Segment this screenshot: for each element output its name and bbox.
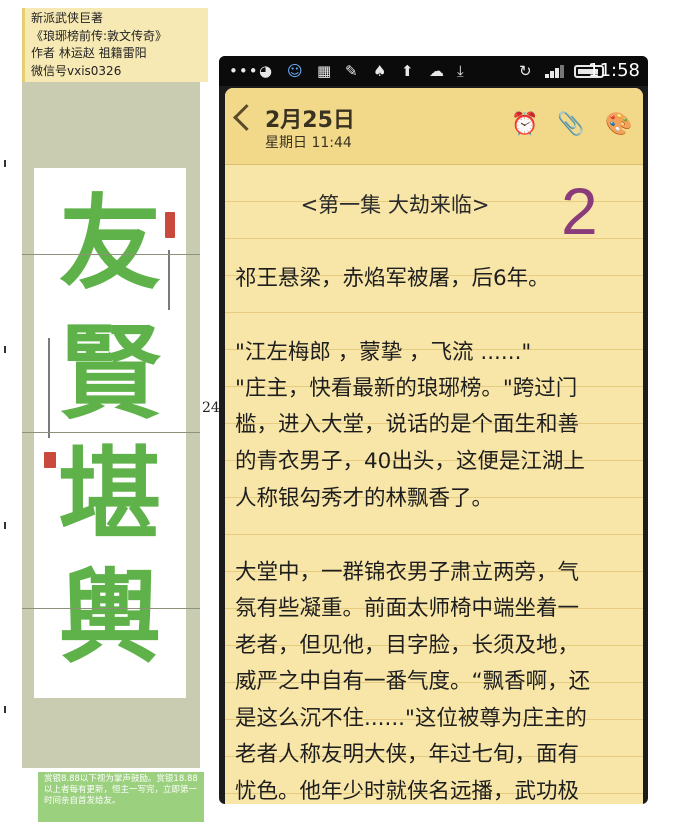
note-line: 《琅琊榜前传:敦文传奇》 xyxy=(31,28,168,43)
download-icon: ⤓ xyxy=(457,62,464,80)
note-line: 微信号vxis0326 xyxy=(31,63,122,78)
text-line: 忧色。他年少时就侠名远播，武功极 xyxy=(235,779,580,804)
signal-icon xyxy=(555,68,559,78)
location-icon: ♠ xyxy=(373,62,387,80)
inscription-stroke xyxy=(168,250,170,310)
palette-icon[interactable]: 🎨 xyxy=(605,112,632,137)
header-note: 新派武侠巨著 《琅琊榜前传:敦文传奇》 作者 林运赵 祖籍雷阳 微信号vxis0… xyxy=(22,8,208,82)
text-line: 威严之中自有一番气度。“飘香啊，还 xyxy=(235,669,591,694)
cloud-icon: ☁ xyxy=(429,62,444,80)
inscription-stroke xyxy=(48,338,50,438)
scroll-fold-line xyxy=(22,432,200,433)
note-line: 作者 林运赵 祖籍雷阳 xyxy=(31,46,147,60)
phone-screenshot: ••• ◕ ☺ ▦ ✎ ♠ ⬆ ☁ ⤓ ↻ 11:58 2月25日 星期日 11… xyxy=(219,56,648,804)
seal-stamp xyxy=(165,212,175,238)
sync-icon: ↻ xyxy=(519,62,532,80)
calligraphy-char: 堪 xyxy=(59,436,161,556)
calligraphy-scroll: 友 賢 堪 輿 xyxy=(22,82,200,768)
note-body[interactable]: <第一集 大劫来临> 2 祁王悬梁，赤焰军被屠，后6年。 "江左梅郎 ，蒙挚 ，… xyxy=(225,165,643,804)
scroll-fold-line xyxy=(22,608,200,609)
text-line: 槛，进入大堂，说话的是个面生和善 xyxy=(235,412,580,437)
note-line: 新派武侠巨著 xyxy=(31,11,104,25)
clean-icon: ✎ xyxy=(345,62,358,80)
scroll-paper: 友 賢 堪 輿 xyxy=(34,168,186,698)
back-arrow-icon[interactable] xyxy=(233,104,260,131)
signal-icon xyxy=(560,65,564,78)
margin-mark xyxy=(4,522,6,529)
note-app: 2月25日 星期日 11:44 ⏰ 📎 🎨 <第一集 大劫来临> 2 祁王悬梁，… xyxy=(225,88,643,804)
paperclip-icon[interactable]: 📎 xyxy=(557,112,584,137)
text-line: 的青衣男子，40出头，这便是江湖上 xyxy=(235,449,585,474)
text-line: 老者，但见他，目字脸，长须及地， xyxy=(235,633,580,658)
margin-mark xyxy=(4,706,6,713)
alarm-clock-icon[interactable]: ⏰ xyxy=(511,112,538,137)
text-line: 祁王悬梁，赤焰军被屠，后6年。 xyxy=(235,266,550,291)
episode-number: 2 xyxy=(561,174,598,248)
episode-title: <第一集 大劫来临> xyxy=(300,193,490,217)
signal-icon xyxy=(550,71,554,78)
text-line: 老者人称友明大侠，年过七旬，面有 xyxy=(235,742,580,767)
signal-icon xyxy=(545,74,549,78)
menu-dots-icon: ••• xyxy=(229,62,259,80)
text-line: 人称银勾秀才的林飘香了。 xyxy=(235,486,494,511)
status-time: 11:58 xyxy=(588,60,640,81)
wechat-icon: ◕ xyxy=(259,62,273,80)
grid-icon: ▦ xyxy=(317,62,332,80)
text-line: 氛有些凝重。前面太师椅中端坐着一 xyxy=(235,596,580,621)
calligraphy-char: 賢 xyxy=(59,314,161,434)
text-line: "江左梅郎 ，蒙挚 ，飞流 ......" xyxy=(235,340,532,365)
seal-stamp xyxy=(44,452,56,468)
margin-mark xyxy=(4,160,6,167)
upload-icon: ⬆ xyxy=(401,62,414,80)
status-bar: ••• ◕ ☺ ▦ ✎ ♠ ⬆ ☁ ⤓ ↻ 11:58 xyxy=(219,56,648,86)
note-weekday-time: 星期日 11:44 xyxy=(265,135,352,151)
calligraphy-char: 輿 xyxy=(59,558,161,678)
reward-note: 赏银8.88以下视为掌声鼓励。赏银18.88以上者每有更新，恒主一写完，立即第一… xyxy=(38,772,204,822)
note-header: 2月25日 星期日 11:44 ⏰ 📎 🎨 xyxy=(225,88,643,165)
calligraphy-char: 友 xyxy=(59,184,161,304)
text-line: 大堂中，一群锦衣男子肃立两旁，气 xyxy=(235,560,580,585)
contact-icon: ☺ xyxy=(287,62,303,80)
margin-mark xyxy=(4,346,6,353)
scroll-fold-line xyxy=(22,254,200,255)
note-date: 2月25日 xyxy=(265,108,355,133)
text-line: 是这么沉不住......"这位被尊为庄主的 xyxy=(235,706,587,731)
page-number: 24 xyxy=(202,400,220,416)
text-line: "庄主，快看最新的琅琊榜。"跨过门 xyxy=(235,376,578,401)
